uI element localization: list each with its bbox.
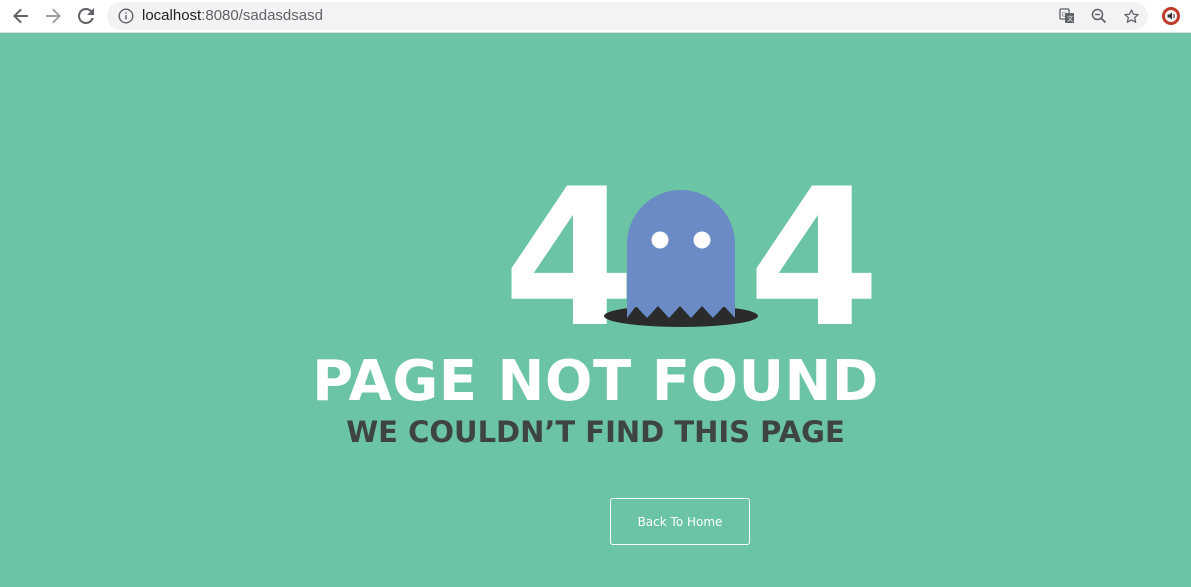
- address-bar[interactable]: localhost:8080/sadasdsasd G文: [107, 2, 1148, 30]
- ghost-eye-left: [651, 231, 669, 249]
- back-to-home-button[interactable]: Back To Home: [610, 498, 750, 545]
- reload-icon: [78, 8, 94, 24]
- svg-text:G: G: [1062, 12, 1067, 19]
- extension-icon[interactable]: [1161, 6, 1181, 26]
- forward-button[interactable]: [40, 4, 66, 28]
- zoom-out-icon: [1091, 8, 1107, 24]
- forward-arrow-icon: [46, 8, 61, 24]
- bookmark-button[interactable]: [1122, 7, 1140, 25]
- url-text[interactable]: localhost:8080/sadasdsasd: [142, 7, 323, 24]
- translate-icon: G文: [1059, 8, 1074, 23]
- info-icon[interactable]: [118, 8, 134, 24]
- svg-text:文: 文: [1067, 15, 1073, 23]
- ghost-eye-right: [693, 231, 711, 249]
- digit-four-right: 4: [748, 148, 881, 369]
- url-path: :8080/sadasdsasd: [201, 7, 323, 24]
- error-code-graphic: 4 4: [503, 164, 880, 354]
- back-button[interactable]: [8, 4, 34, 28]
- page-subtitle: WE COULDN’T FIND THIS PAGE: [346, 415, 845, 449]
- back-arrow-icon: [13, 8, 28, 24]
- ghost-icon: [604, 190, 758, 327]
- star-icon: [1123, 8, 1139, 23]
- zoom-button[interactable]: [1090, 7, 1108, 25]
- browser-toolbar: localhost:8080/sadasdsasd G文: [0, 0, 1191, 33]
- translate-button[interactable]: G文: [1058, 7, 1076, 25]
- error-page: 4 4 PAGE NOT FOUND WE COULDN’T FIND THIS…: [0, 34, 1191, 587]
- reload-button[interactable]: [73, 4, 99, 28]
- ghost-body: [627, 190, 735, 318]
- url-host: localhost: [142, 7, 202, 24]
- page-title: PAGE NOT FOUND: [312, 349, 879, 414]
